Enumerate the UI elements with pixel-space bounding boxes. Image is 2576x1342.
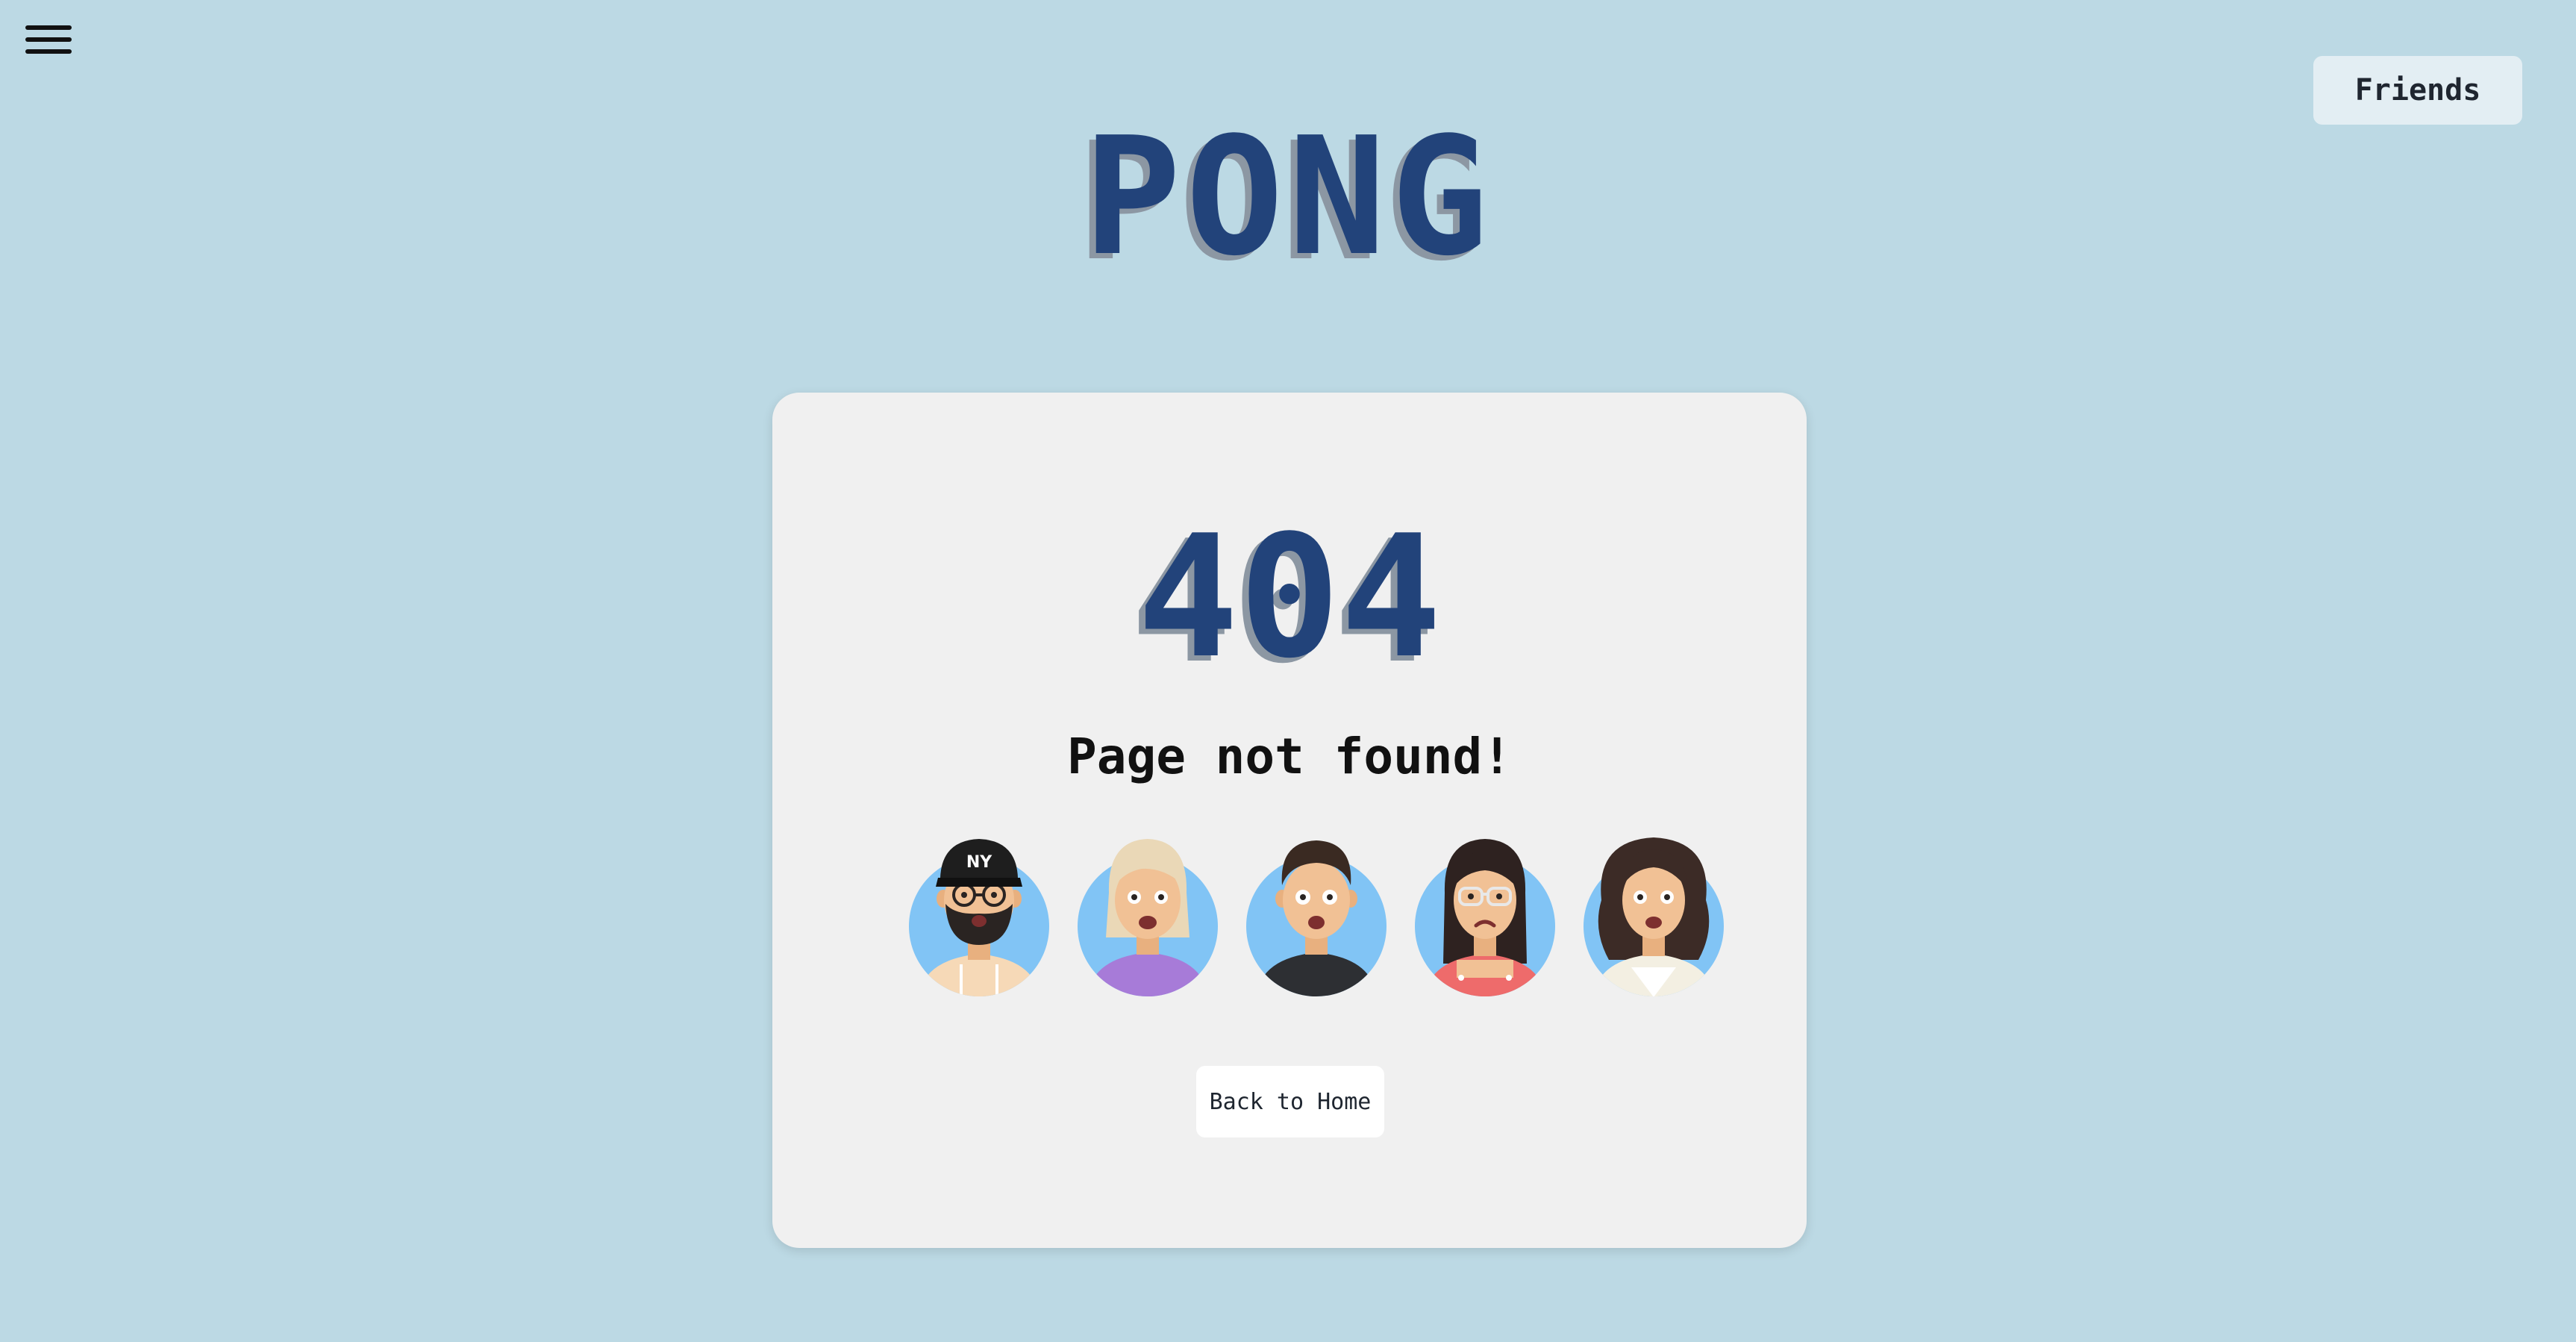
menu-bar-bottom [25, 49, 72, 54]
app-title: PONG [1083, 103, 1493, 292]
avatar-dark-hair-man [1242, 826, 1391, 997]
avatar-blonde-woman [1073, 826, 1222, 997]
error-message: Page not found! [1066, 728, 1513, 785]
avatar-woman-glasses [1410, 826, 1560, 997]
menu-bar-top [25, 25, 72, 30]
avatar-bearded-man-cap: NY [904, 826, 1054, 997]
back-to-home-button[interactable]: Back to Home [1196, 1066, 1384, 1137]
avatar-curly-hair-woman [1579, 826, 1728, 997]
avatar-row: NY [772, 826, 1807, 997]
svg-text:NY: NY [966, 853, 992, 872]
hamburger-menu-icon[interactable] [25, 22, 73, 57]
error-card: 404 Page not found! NY Back to Home [772, 393, 1807, 1248]
menu-bar-middle [25, 37, 72, 42]
error-code: 404 [1137, 499, 1442, 696]
